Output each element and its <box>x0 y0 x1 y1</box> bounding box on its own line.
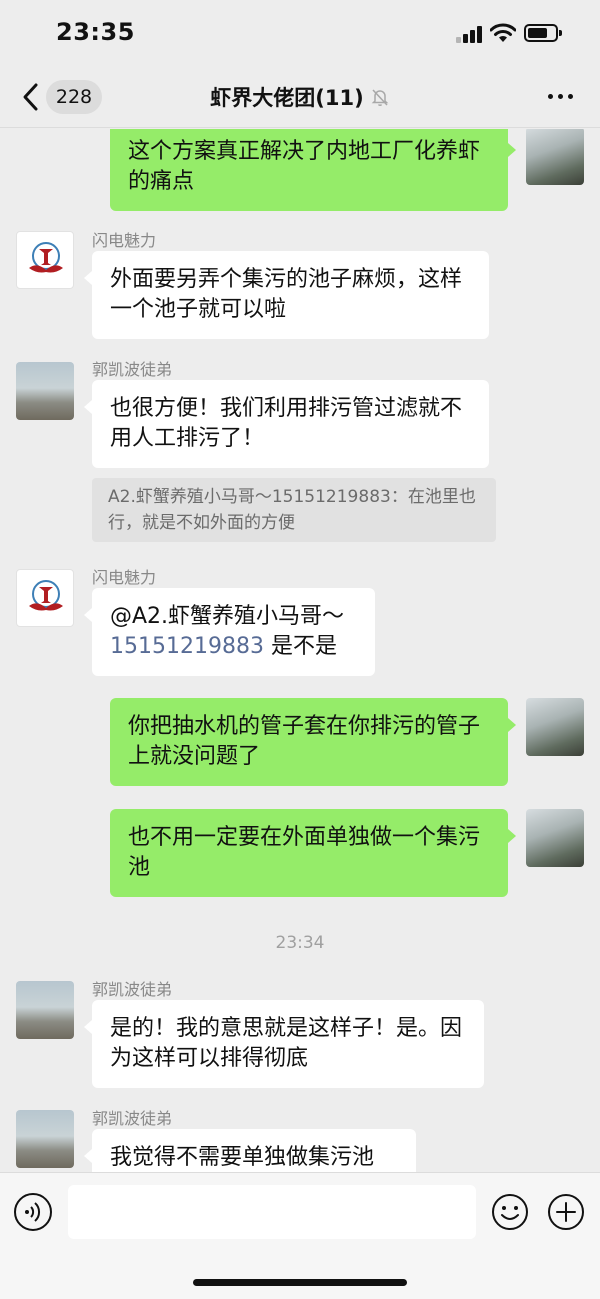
message-text: 我觉得不需要单独做集污池 <box>110 1145 375 1170</box>
chat-title-text: 虾界大佬团(11) <box>210 86 364 110</box>
message-text: 外面要另弄个集污的池子麻烦，这样一个池子就可以啦 <box>110 267 463 322</box>
message-bubble-outgoing[interactable]: 这个方案真正解决了内地工厂化养虾的痛点 <box>110 129 516 211</box>
plus-icon[interactable] <box>547 1193 585 1231</box>
message-text: 是的！我的意思就是这样子！是。因为这样可以排得彻底 <box>110 1016 463 1071</box>
message-bubble-incoming[interactable]: 外面要另弄个集污的池子麻烦，这样一个池子就可以啦 <box>84 251 489 339</box>
message-bubble-incoming[interactable]: @A2.虾蟹养殖小马哥～ 15151219883 是不是 <box>84 588 375 676</box>
voice-icon[interactable] <box>14 1193 52 1231</box>
timestamp-divider: 23:34 <box>275 933 325 953</box>
wifi-icon <box>490 23 516 42</box>
message-list[interactable]: 这个方案真正解决了内地工厂化养虾的痛点 闪电魅力 外面要另弄个集污的池子麻烦，这… <box>0 129 600 1172</box>
sender-avatar[interactable] <box>16 981 74 1039</box>
message-text: 也很方便！我们利用排污管过滤就不用人工排污了！ <box>110 396 463 451</box>
message-bubble-incoming[interactable]: 也很方便！我们利用排污管过滤就不用人工排污了！ <box>84 380 489 468</box>
message-text: 这个方案真正解决了内地工厂化养虾的痛点 <box>128 139 481 194</box>
message-bubble-incoming[interactable]: 我觉得不需要单独做集污池 <box>84 1129 416 1172</box>
message-input[interactable] <box>68 1185 476 1239</box>
sender-avatar[interactable] <box>16 362 74 420</box>
logo-icon <box>29 580 63 611</box>
message-bubble-outgoing[interactable]: 也不用一定要在外面单独做一个集污池 <box>110 809 516 897</box>
sender-name: 闪电魅力 <box>92 568 157 587</box>
bell-off-icon <box>371 89 389 107</box>
sender-name: 郭凯波徒弟 <box>92 1109 173 1128</box>
chat-title: 虾界大佬团(11) <box>0 82 600 112</box>
status-bar: 23:35 <box>0 0 600 66</box>
phone-number-link[interactable]: 15151219883 <box>110 634 264 659</box>
message-text: 是不是 <box>263 634 337 659</box>
status-time: 23:35 <box>56 18 135 46</box>
chat-header: 228 虾界大佬团(11) <box>0 66 600 128</box>
battery-icon <box>524 24 562 42</box>
sender-name: 郭凯波徒弟 <box>92 360 173 379</box>
my-avatar[interactable] <box>526 129 584 185</box>
sender-name: 闪电魅力 <box>92 231 157 250</box>
my-avatar[interactable] <box>526 809 584 867</box>
emoji-icon[interactable] <box>491 1193 529 1231</box>
home-indicator[interactable] <box>193 1279 407 1286</box>
message-bubble-incoming[interactable]: 是的！我的意思就是这样子！是。因为这样可以排得彻底 <box>84 1000 484 1088</box>
sender-avatar[interactable] <box>16 231 74 289</box>
sender-avatar[interactable] <box>16 569 74 627</box>
sender-name: 郭凯波徒弟 <box>92 980 173 999</box>
message-bubble-outgoing[interactable]: 你把抽水机的管子套在你排污的管子上就没问题了 <box>110 698 516 786</box>
message-text: 你把抽水机的管子套在你排污的管子上就没问题了 <box>128 714 481 769</box>
mention-text: @A2.虾蟹养殖小马哥～ <box>110 604 345 629</box>
message-text: 也不用一定要在外面单独做一个集污池 <box>128 825 481 880</box>
logo-icon <box>29 242 63 273</box>
sender-avatar[interactable] <box>16 1110 74 1168</box>
cellular-signal-icon <box>456 25 484 43</box>
more-dots-icon[interactable] <box>548 94 574 100</box>
quoted-message[interactable]: A2.虾蟹养殖小马哥～15151219883：在池里也行，就是不如外面的方便 <box>92 478 496 542</box>
my-avatar[interactable] <box>526 698 584 756</box>
quoted-text: A2.虾蟹养殖小马哥～15151219883：在池里也行，就是不如外面的方便 <box>108 487 476 533</box>
